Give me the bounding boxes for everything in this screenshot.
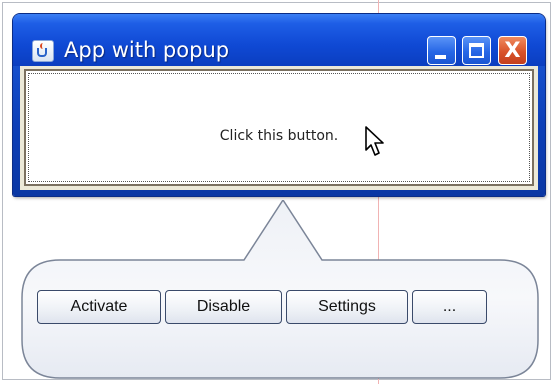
title-bar[interactable]: App with popup X bbox=[13, 14, 545, 66]
minimize-icon bbox=[435, 55, 446, 59]
mouse-cursor-icon bbox=[365, 126, 384, 156]
maximize-button[interactable] bbox=[462, 36, 491, 65]
disable-button[interactable]: Disable bbox=[165, 290, 282, 324]
close-button[interactable]: X bbox=[498, 36, 527, 65]
java-coffee-cup-icon[interactable] bbox=[32, 40, 54, 62]
app-window: App with popup X Click this button. bbox=[13, 14, 545, 196]
window-client-area: Click this button. bbox=[20, 66, 538, 190]
maximize-icon bbox=[469, 43, 484, 58]
click-this-button[interactable]: Click this button. bbox=[24, 69, 534, 186]
activate-button[interactable]: Activate bbox=[37, 290, 161, 324]
settings-button[interactable]: Settings bbox=[286, 290, 408, 324]
minimize-button[interactable] bbox=[427, 36, 456, 65]
close-icon: X bbox=[504, 38, 521, 62]
window-title: App with popup bbox=[64, 38, 230, 62]
main-button-label: Click this button. bbox=[219, 128, 339, 144]
more-button[interactable]: ... bbox=[412, 290, 487, 324]
